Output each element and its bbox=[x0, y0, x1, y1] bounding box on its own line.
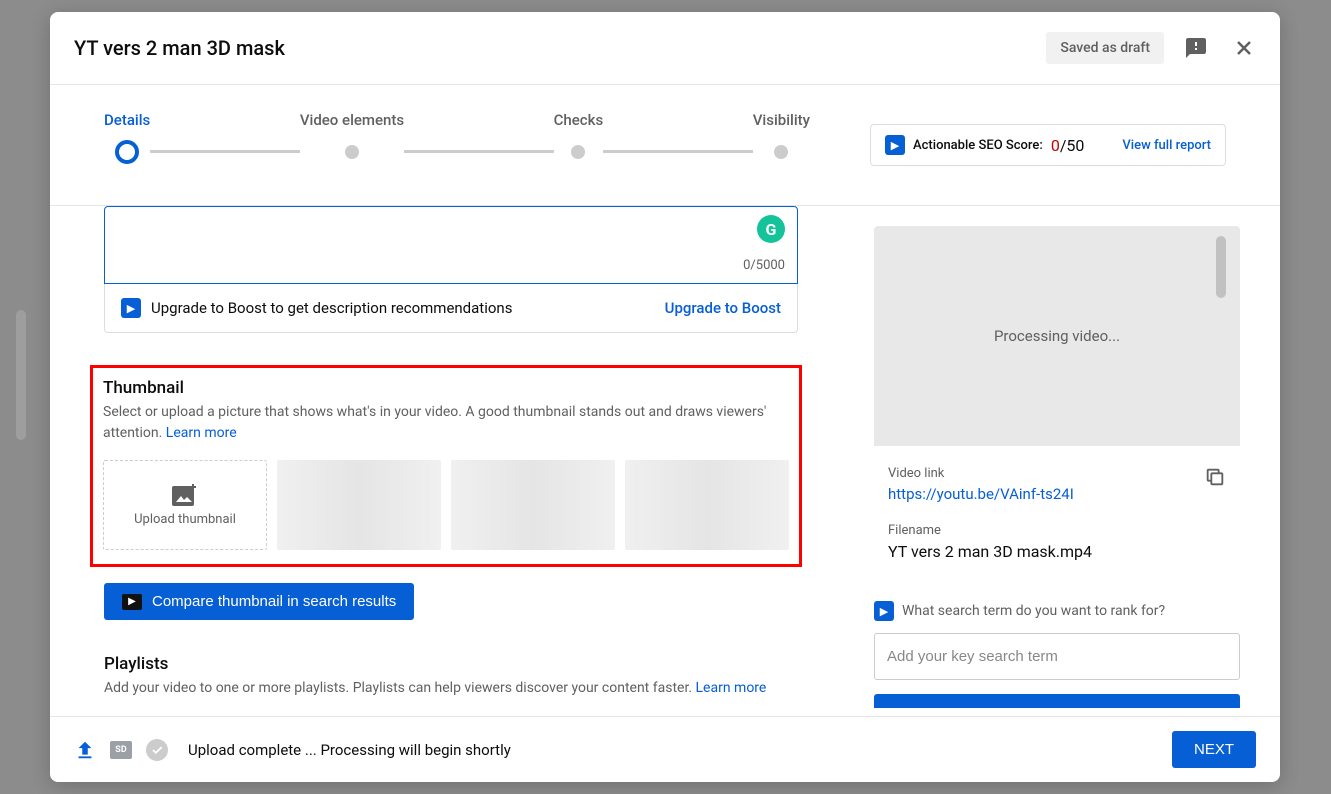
step-visibility[interactable]: Visibility bbox=[753, 111, 810, 159]
next-button[interactable]: NEXT bbox=[1172, 731, 1256, 768]
thumbnail-placeholder-3[interactable] bbox=[625, 460, 789, 550]
upload-modal: YT vers 2 man 3D mask Saved as draft Det… bbox=[50, 12, 1280, 782]
upload-thumbnail-button[interactable]: Upload thumbnail bbox=[103, 460, 267, 550]
stepper-row: Details Video elements Checks Visibility… bbox=[50, 85, 1280, 205]
compare-thumbnail-button[interactable]: ▶ Compare thumbnail in search results bbox=[104, 583, 414, 620]
playlists-learn-more-link[interactable]: Learn more bbox=[696, 680, 767, 696]
step-dot-active bbox=[115, 140, 139, 164]
thumbnail-placeholder-2[interactable] bbox=[451, 460, 615, 550]
seo-score-value: 0 bbox=[1051, 136, 1060, 155]
vidiq-icon: ▶ bbox=[885, 135, 905, 155]
step-dot bbox=[571, 145, 585, 159]
stepper: Details Video elements Checks Visibility bbox=[104, 101, 810, 189]
step-line bbox=[404, 150, 554, 153]
seo-score-box: ▶ Actionable SEO Score: 0/50 View full r… bbox=[870, 124, 1226, 166]
playlists-desc-text: Add your video to one or more playlists.… bbox=[104, 680, 696, 696]
saved-as-draft-badge: Saved as draft bbox=[1046, 32, 1164, 64]
video-link-url[interactable]: https://youtu.be/VAinf-ts24I bbox=[888, 485, 1226, 503]
step-video-elements[interactable]: Video elements bbox=[300, 111, 404, 159]
grammarly-icon[interactable]: G bbox=[757, 215, 785, 243]
content-area: G 0/5000 ▶ Upgrade to Boost to get descr… bbox=[50, 206, 1280, 716]
video-title: YT vers 2 man 3D mask bbox=[74, 36, 1046, 60]
seo-score-total: /50 bbox=[1060, 136, 1085, 155]
close-icon[interactable] bbox=[1232, 36, 1256, 60]
thumbnail-desc: Select or upload a picture that shows wh… bbox=[103, 402, 789, 444]
modal-footer: SD Upload complete ... Processing will b… bbox=[50, 716, 1280, 782]
upgrade-to-boost-link[interactable]: Upgrade to Boost bbox=[665, 299, 781, 317]
search-term-input[interactable] bbox=[874, 633, 1240, 680]
view-full-report-link[interactable]: View full report bbox=[1122, 138, 1211, 153]
video-preview: Processing video... bbox=[874, 226, 1240, 446]
upgrade-row: ▶ Upgrade to Boost to get description re… bbox=[104, 284, 798, 333]
search-prompt-text: What search term do you want to rank for… bbox=[902, 603, 1165, 619]
check-circle-icon bbox=[146, 739, 168, 761]
video-link-label: Video link bbox=[888, 466, 1226, 481]
playlists-section: Playlists Add your video to one or more … bbox=[104, 654, 798, 699]
copy-icon[interactable] bbox=[1204, 466, 1226, 488]
vidiq-icon: ▶ bbox=[874, 601, 894, 621]
footer-status-icons: SD bbox=[74, 739, 168, 761]
thumbnail-row: Upload thumbnail bbox=[103, 460, 789, 550]
step-checks-label: Checks bbox=[554, 111, 604, 129]
processing-text: Processing video... bbox=[994, 327, 1120, 345]
step-dot bbox=[345, 145, 359, 159]
modal-header: YT vers 2 man 3D mask Saved as draft bbox=[50, 12, 1280, 84]
filename-field: Filename YT vers 2 man 3D mask.mp4 bbox=[874, 523, 1240, 571]
thumbnail-title: Thumbnail bbox=[103, 378, 789, 398]
step-video-elements-label: Video elements bbox=[300, 111, 404, 129]
description-char-count: 0/5000 bbox=[743, 258, 785, 273]
main-column: G 0/5000 ▶ Upgrade to Boost to get descr… bbox=[50, 206, 860, 716]
search-term-prompt: ▶ What search term do you want to rank f… bbox=[874, 601, 1240, 621]
step-details-label: Details bbox=[104, 111, 150, 129]
seo-label: Actionable SEO Score: bbox=[913, 138, 1043, 153]
vidiq-icon: ▶ bbox=[121, 298, 141, 318]
step-details[interactable]: Details bbox=[104, 111, 150, 159]
thumbnail-placeholder-1[interactable] bbox=[277, 460, 441, 550]
compare-thumbnail-label: Compare thumbnail in search results bbox=[152, 593, 396, 610]
thumbnail-section-highlight: Thumbnail Select or upload a picture tha… bbox=[90, 365, 802, 567]
step-checks[interactable]: Checks bbox=[554, 111, 604, 159]
background-scrollbar[interactable] bbox=[16, 310, 26, 440]
blue-action-bar[interactable] bbox=[874, 694, 1240, 708]
step-visibility-label: Visibility bbox=[753, 111, 810, 129]
upload-status-text: Upload complete ... Processing will begi… bbox=[188, 741, 1172, 759]
upgrade-text: Upgrade to Boost to get description reco… bbox=[151, 299, 655, 317]
feedback-icon[interactable] bbox=[1184, 36, 1208, 60]
step-dot bbox=[774, 145, 788, 159]
vidiq-icon: ▶ bbox=[122, 594, 142, 610]
playlists-title: Playlists bbox=[104, 654, 798, 674]
video-link-field: Video link https://youtu.be/VAinf-ts24I bbox=[874, 466, 1240, 503]
upload-icon bbox=[74, 739, 96, 761]
modal-scrollbar[interactable] bbox=[1216, 236, 1226, 298]
playlists-desc: Add your video to one or more playlists.… bbox=[104, 678, 798, 699]
sd-badge: SD bbox=[110, 741, 132, 759]
step-line bbox=[150, 150, 300, 153]
add-image-icon bbox=[172, 484, 198, 506]
filename-label: Filename bbox=[888, 523, 1226, 538]
filename-value: YT vers 2 man 3D mask.mp4 bbox=[888, 542, 1226, 561]
step-line bbox=[603, 150, 753, 153]
thumbnail-learn-more-link[interactable]: Learn more bbox=[166, 425, 237, 441]
upload-thumbnail-label: Upload thumbnail bbox=[134, 512, 236, 527]
description-textarea[interactable]: G 0/5000 bbox=[104, 206, 798, 284]
